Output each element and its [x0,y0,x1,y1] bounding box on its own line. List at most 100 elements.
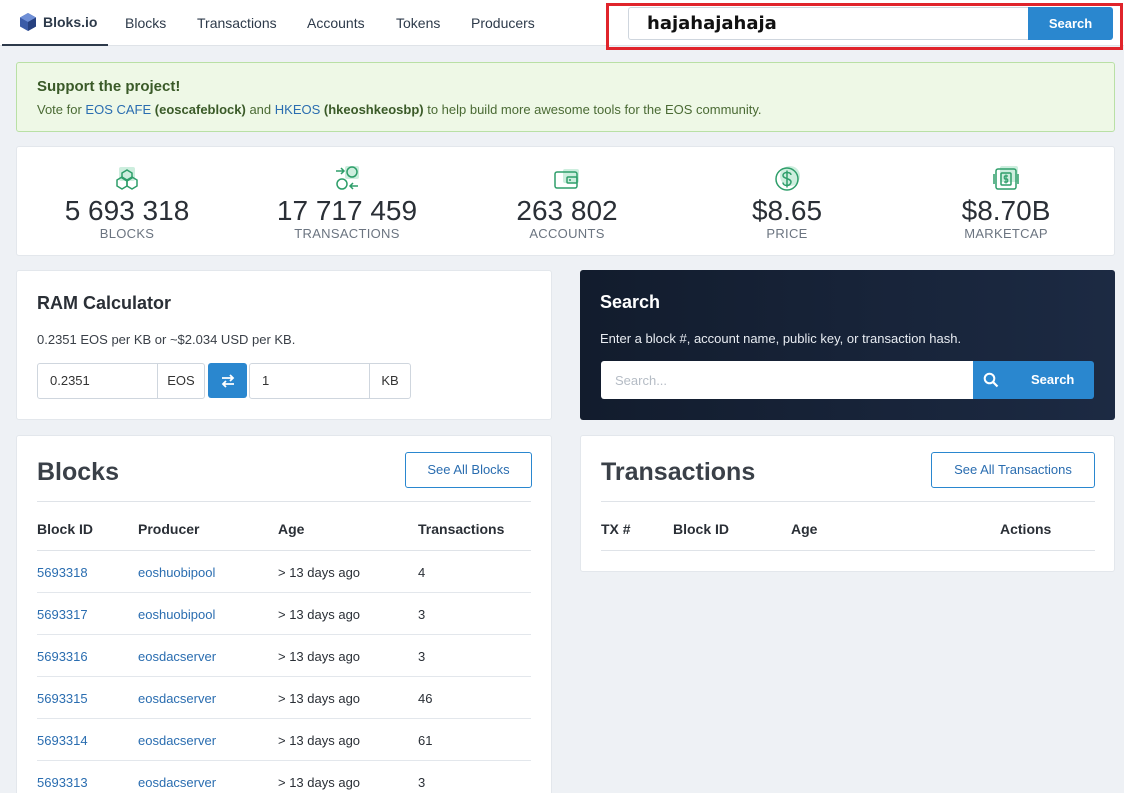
nav-transactions[interactable]: Transactions [197,0,277,46]
block-tx-count: 61 [418,733,433,748]
producer-link[interactable]: eoshuobipool [138,607,215,622]
stat-marketcap-label: MARKETCAP [964,226,1048,241]
block-tx-count: 3 [418,607,426,622]
swap-arrows-icon [221,373,234,388]
kb-amount-input[interactable]: 1 [249,363,370,399]
block-id-link[interactable]: 5693314 [37,733,88,748]
block-age: > 13 days ago [278,775,361,790]
col-tx-actions: Actions [1000,521,1052,537]
support-alert: Support the project! Vote for EOS CAFE (… [16,62,1115,132]
table-row: 5693318 eoshuobipool > 13 days ago 4 [37,551,531,593]
stat-transactions-label: TRANSACTIONS [294,226,400,241]
search-card: Search Enter a block #, account name, pu… [580,270,1115,420]
nav-tokens[interactable]: Tokens [396,0,440,46]
stats-panel: 5 693 318 BLOCKS 17 717 459 TRANSACTIONS… [16,146,1115,256]
main-search-button[interactable]: Search [973,361,1094,399]
nav-search-button[interactable]: Search [1028,7,1113,40]
producer-link[interactable]: eoshuobipool [138,565,215,580]
table-row: 5693313 eosdacserver > 13 days ago 3 [37,761,531,793]
wallet-icon [554,169,579,189]
eos-cafe-account: (eoscafeblock) [154,102,246,117]
blocks-title: Blocks [37,458,119,486]
block-age: > 13 days ago [278,649,361,664]
transactions-card: Transactions See All Transactions TX # B… [580,435,1115,572]
block-id-link[interactable]: 5693316 [37,649,88,664]
search-card-subtitle: Enter a block #, account name, public ke… [600,331,962,346]
brand-link[interactable]: Bloks.io [2,0,108,46]
main-search-button-label: Search [1031,372,1075,387]
hkeos-account: (hkeoshkeosbp) [323,102,424,117]
nav-accounts[interactable]: Accounts [307,0,365,46]
brand-name: Bloks.io [43,14,98,30]
block-age: > 13 days ago [278,733,361,748]
see-all-transactions-button[interactable]: See All Transactions [931,452,1095,488]
alert-prefix: Vote for [37,102,86,117]
producer-link[interactable]: eosdacserver [138,775,216,790]
table-row: 5693316 eosdacserver > 13 days ago 3 [37,635,531,677]
block-id-link[interactable]: 5693317 [37,607,88,622]
alert-suffix: to help build more awesome tools for the… [423,102,762,117]
block-id-link[interactable]: 5693318 [37,565,88,580]
stat-blocks: 5 693 318 BLOCKS [17,147,237,257]
swap-button[interactable] [208,363,247,398]
nav-producers[interactable]: Producers [471,0,535,46]
nav-blocks[interactable]: Blocks [125,0,166,46]
main-search-input[interactable] [601,361,973,399]
search-card-title: Search [600,292,661,312]
col-producer: Producer [138,521,200,537]
producer-link[interactable]: eosdacserver [138,649,216,664]
blocks-card: Blocks See All Blocks Block ID Producer … [16,435,552,793]
stat-accounts-label: ACCOUNTS [529,226,605,241]
dollar-icon [775,166,800,191]
eos-unit-label: EOS [157,363,205,399]
hkeos-link[interactable]: HKEOS [275,102,321,117]
col-transactions: Transactions [418,521,505,537]
stat-accounts: 263 802 ACCOUNTS [457,147,677,257]
stat-price: $8.65 PRICE [677,147,897,257]
stat-price-label: PRICE [766,226,808,241]
marketcap-icon [993,166,1019,190]
alert-title: Support the project! [37,78,181,95]
col-tx-age: Age [791,521,818,537]
ram-calculator-title: RAM Calculator [37,293,172,313]
exchange-icon [336,166,359,190]
stat-transactions-value: 17 717 459 [276,195,418,226]
cube-logo-icon [20,13,36,31]
eos-cafe-link[interactable]: EOS CAFE [85,102,151,117]
block-tx-count: 46 [418,691,433,706]
transactions-header-divider [601,550,1095,551]
producer-link[interactable]: eosdacserver [138,733,216,748]
table-row: 5693315 eosdacserver > 13 days ago 46 [37,677,531,719]
block-age: > 13 days ago [278,607,361,622]
block-id-link[interactable]: 5693315 [37,691,88,706]
see-all-blocks-button[interactable]: See All Blocks [405,452,532,488]
block-age: > 13 days ago [278,691,361,706]
block-age: > 13 days ago [278,565,361,580]
table-row: 5693317 eoshuobipool > 13 days ago 3 [37,593,531,635]
block-tx-count: 3 [418,649,426,664]
blocks-icon [116,167,138,190]
alert-text: Vote for EOS CAFE (eoscafeblock) and HKE… [37,102,762,117]
nav-search-input[interactable]: hajahajahaja [628,7,1030,40]
transactions-divider [601,501,1095,502]
block-id-link[interactable]: 5693313 [37,775,88,790]
stat-blocks-label: BLOCKS [99,226,155,241]
col-tx-block-id: Block ID [673,521,730,537]
stat-marketcap: $8.70B MARKETCAP [896,147,1116,257]
col-block-id: Block ID [37,521,94,537]
table-row: 5693314 eosdacserver > 13 days ago 61 [37,719,531,761]
col-age: Age [278,521,305,537]
blocks-divider [37,501,531,502]
producer-link[interactable]: eosdacserver [138,691,216,706]
block-tx-count: 4 [418,565,426,580]
block-tx-count: 3 [418,775,426,790]
stat-marketcap-value: $8.70B [961,195,1051,226]
ram-rate-text: 0.2351 EOS per KB or ~$2.034 USD per KB. [37,332,296,347]
eos-amount-input[interactable]: 0.2351 [37,363,158,399]
alert-and: and [245,102,275,117]
stat-price-value: $8.65 [751,195,823,226]
stat-accounts-value: 263 802 [516,195,618,226]
stat-blocks-value: 5 693 318 [64,195,190,226]
kb-unit-label: KB [369,363,411,399]
stat-transactions: 17 717 459 TRANSACTIONS [237,147,457,257]
